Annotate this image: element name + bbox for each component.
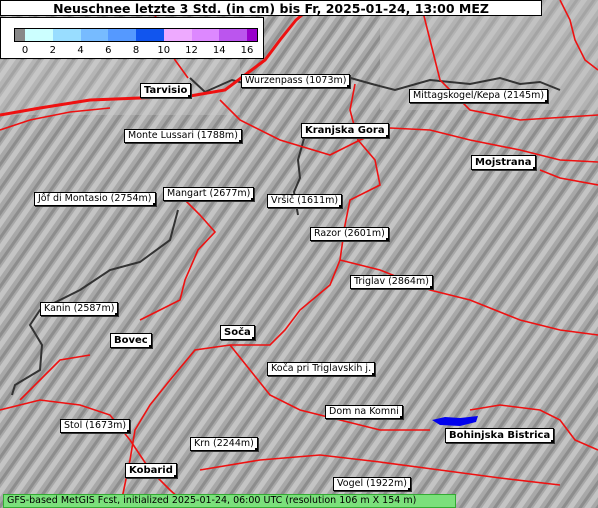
legend-tick-label: 0 bbox=[21, 45, 29, 56]
snow-map: Neuschnee letzte 3 Std. (in cm) bis Fr, … bbox=[0, 0, 598, 508]
legend-swatch bbox=[108, 29, 136, 41]
legend-tick-label: 6 bbox=[105, 45, 112, 56]
peak-label-jof-di-montasio: Jôf di Montasio (2754m) bbox=[34, 192, 156, 206]
peak-label-vrsic: Vršič (1611m) bbox=[267, 194, 343, 208]
legend-swatch bbox=[219, 29, 247, 41]
legend-swatch-none bbox=[15, 29, 25, 41]
legend-swatch bbox=[191, 29, 220, 41]
snow-legend: 0 2 4 6 8 10 12 14 16 bbox=[0, 17, 264, 59]
peak-label-krn: Krn (2244m) bbox=[190, 437, 258, 451]
town-label-mojstrana: Mojstrana bbox=[471, 155, 536, 170]
peak-label-stol: Stol (1673m) bbox=[60, 419, 131, 433]
peak-label-razor: Razor (2601m) bbox=[310, 227, 389, 241]
town-label-bohinjska-bistrica: Bohinjska Bistrica bbox=[445, 428, 555, 443]
legend-tick-label: 10 bbox=[157, 45, 171, 56]
map-title: Neuschnee letzte 3 Std. (in cm) bis Fr, … bbox=[0, 0, 542, 16]
legend-color-bar bbox=[14, 28, 258, 42]
peak-label-kanin: Kanin (2587m) bbox=[40, 302, 119, 316]
town-label-soca: Soča bbox=[220, 325, 255, 340]
peak-label-wurzenpass: Wurzenpass (1073m) bbox=[241, 74, 351, 88]
legend-tick-label: 12 bbox=[185, 45, 198, 56]
peak-label-koca-pri-triglavskih: Koča pri Triglavskih j. bbox=[267, 362, 376, 376]
legend-swatch bbox=[25, 29, 53, 41]
legend-swatch bbox=[163, 29, 192, 41]
peak-label-mangart: Mangart (2677m) bbox=[163, 187, 255, 201]
peak-label-vogel: Vogel (1922m) bbox=[333, 477, 411, 491]
legend-tick-label: 8 bbox=[132, 45, 140, 56]
legend-swatch bbox=[52, 29, 81, 41]
town-label-tarvisio: Tarvisio bbox=[140, 83, 192, 98]
town-label-kranjska-gora: Kranjska Gora bbox=[301, 123, 389, 138]
legend-tick-label: 4 bbox=[77, 45, 84, 56]
peak-label-monte-lussari: Monte Lussari (1788m) bbox=[124, 129, 242, 143]
legend-tick-label: 14 bbox=[212, 45, 226, 56]
forecast-info-footer: GFS-based MetGIS Fcst, initialized 2025-… bbox=[3, 494, 456, 508]
peak-label-mittagskogel: Mittagskogel/Kepa (2145m) bbox=[409, 89, 549, 103]
legend-swatch bbox=[80, 29, 109, 41]
legend-tick-label: 2 bbox=[49, 45, 56, 56]
valley-shade-2 bbox=[0, 60, 240, 115]
legend-tick-label: 16 bbox=[240, 45, 254, 56]
peak-label-triglav: Triglav (2864m) bbox=[350, 275, 433, 289]
town-label-bovec: Bovec bbox=[110, 333, 152, 348]
peak-label-dom-na-komni: Dom na Komni bbox=[325, 405, 403, 419]
town-label-kobarid: Kobarid bbox=[125, 463, 177, 478]
legend-swatch bbox=[136, 29, 164, 41]
legend-swatch bbox=[247, 29, 257, 41]
